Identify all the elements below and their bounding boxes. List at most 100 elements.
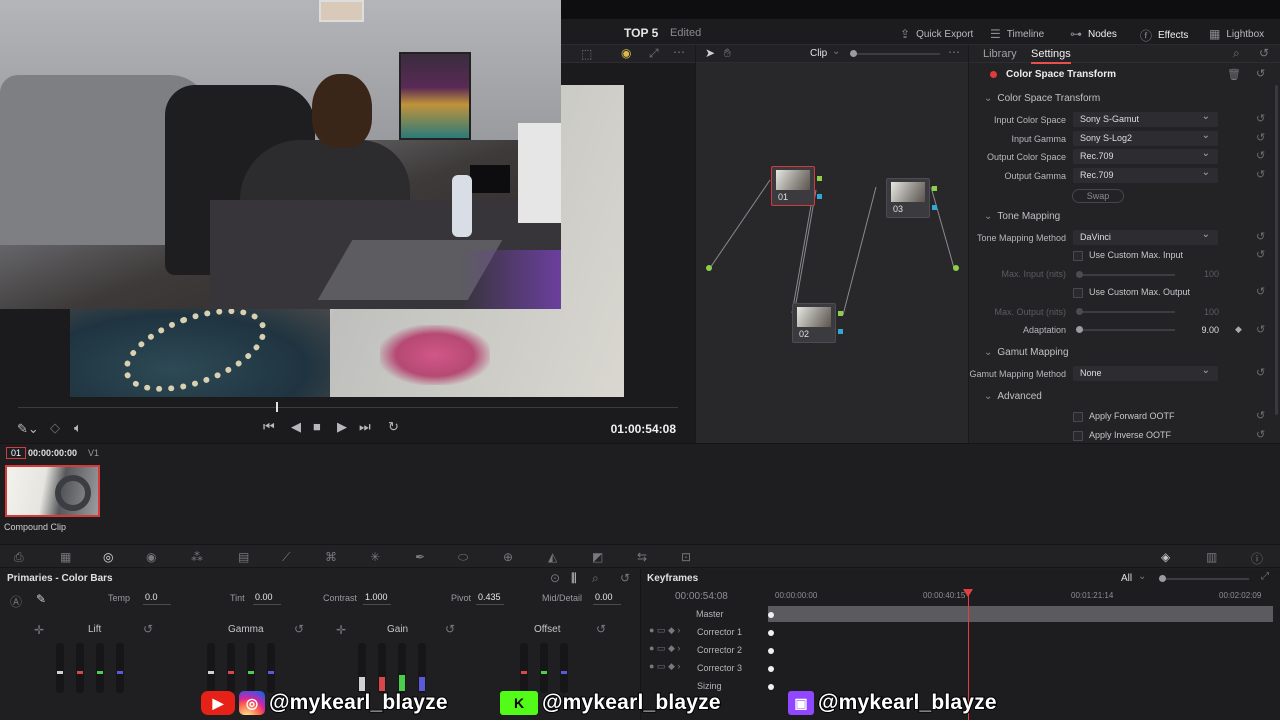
reset-input-color-space-icon[interactable]: ↺	[1256, 112, 1265, 125]
adaptation-slider[interactable]	[1076, 326, 1175, 333]
volume-icon[interactable]: 🔈︎	[74, 420, 82, 436]
node-02-output-rgb[interactable]	[838, 311, 843, 316]
play-reverse-button[interactable]: ◀	[291, 419, 301, 435]
keyframes-zoom-slider[interactable]	[1159, 575, 1249, 582]
adaptation-value[interactable]: 9.00	[1179, 325, 1219, 335]
reset-adaptation-icon[interactable]: ↺	[1256, 323, 1265, 336]
input-gamma-select[interactable]: Sony S-Log2	[1073, 130, 1218, 146]
reset-custom-max-output-icon[interactable]: ↺	[1256, 285, 1265, 298]
reset-all-icon[interactable]: ↺	[1259, 46, 1269, 60]
apply-inverse-ootf-checkbox[interactable]	[1073, 431, 1083, 441]
tint-value[interactable]: 0.00	[253, 592, 281, 605]
input-color-space-select[interactable]: Sony S-Gamut	[1073, 111, 1218, 127]
keyframe-dot[interactable]	[768, 648, 774, 654]
clip-thumbnail[interactable]	[5, 465, 100, 517]
node-03[interactable]: 03	[886, 178, 930, 218]
expand-icon[interactable]: ⤢	[649, 46, 659, 61]
lightbox-button[interactable]: ▦ Lightbox	[1209, 27, 1264, 41]
timeline-button[interactable]: ☰ Timeline	[990, 27, 1044, 41]
gain-master-bar[interactable]	[358, 643, 366, 693]
tone-mapping-method-select[interactable]: DaVinci	[1073, 229, 1218, 245]
reset-inverse-ootf-icon[interactable]: ↺	[1256, 428, 1265, 441]
go-to-end-button[interactable]: ⏭︎	[359, 419, 371, 435]
stop-button[interactable]: ■	[313, 419, 321, 434]
lift-red-bar[interactable]	[76, 643, 84, 693]
reset-custom-max-input-icon[interactable]: ↺	[1256, 248, 1265, 261]
node-02-output-key[interactable]	[838, 329, 843, 334]
max-output-value[interactable]: 100	[1179, 307, 1219, 317]
info-icon[interactable]: ⓘ	[1251, 550, 1263, 567]
lift-picker-icon[interactable]: ✛	[34, 623, 44, 637]
pointer-icon[interactable]: ➤	[705, 46, 715, 60]
motion-effects-icon[interactable]: ▤	[238, 550, 249, 564]
section-tone-mapping[interactable]: Tone Mapping	[984, 211, 1060, 222]
offset-red-bar[interactable]	[520, 643, 528, 693]
target-icon[interactable]: ⊙	[550, 571, 560, 585]
lift-master-bar[interactable]	[56, 643, 64, 693]
color-match-icon[interactable]: ▦	[60, 550, 71, 564]
reset-gamma-icon[interactable]: ↺	[294, 622, 304, 636]
apply-forward-ootf-checkbox[interactable]	[1073, 412, 1083, 422]
row-controls-icon[interactable]: ● ▭ ◆ ›	[649, 643, 680, 654]
max-input-value[interactable]: 100	[1179, 269, 1219, 279]
eyedropper-icon[interactable]: ✒	[415, 550, 425, 564]
output-gamma-select[interactable]: Rec.709	[1073, 167, 1218, 183]
gamma-bars[interactable]	[207, 643, 275, 693]
more-icon[interactable]: ⋯	[673, 45, 685, 59]
gamma-blue-bar[interactable]	[267, 643, 275, 693]
node-02[interactable]: 02	[792, 303, 836, 343]
keyframe-row-corrector-2[interactable]: ● ▭ ◆ › Corrector 2	[641, 642, 1280, 660]
tracker-icon[interactable]: ⊕	[503, 550, 513, 564]
nodes-button[interactable]: ⊶ Nodes	[1070, 27, 1117, 41]
gamma-green-bar[interactable]	[247, 643, 255, 693]
gain-bars[interactable]	[358, 643, 426, 693]
zoom-icon[interactable]: ⌕	[592, 571, 599, 586]
eyedropper-icon[interactable]: ✎⌄	[17, 421, 39, 437]
gamut-mapping-method-select[interactable]: None	[1073, 365, 1218, 381]
source-input-dot[interactable]	[706, 265, 712, 271]
keyframes-icon[interactable]: ◈	[1161, 550, 1170, 564]
reset-tone-mapping-icon[interactable]: ↺	[1256, 230, 1265, 243]
auto-balance-icon[interactable]: Ⓐ	[10, 593, 22, 610]
keyframe-dot[interactable]	[768, 630, 774, 636]
curves-icon[interactable]: ⟋	[282, 550, 290, 565]
lift-green-bar[interactable]	[96, 643, 104, 693]
reset-output-color-space-icon[interactable]: ↺	[1256, 149, 1265, 162]
tab-library[interactable]: Library	[983, 48, 1017, 60]
swap-button[interactable]: Swap	[1072, 189, 1124, 203]
quick-export-button[interactable]: ⇪ Quick Export	[900, 27, 973, 41]
keyframe-dot[interactable]	[768, 612, 774, 618]
reset-output-gamma-icon[interactable]: ↺	[1256, 168, 1265, 181]
mid-detail-value[interactable]: 0.00	[593, 592, 621, 605]
reset-effect-icon[interactable]: ↺	[1256, 67, 1265, 80]
offset-bars[interactable]	[520, 643, 568, 693]
node-03-output-rgb[interactable]	[932, 186, 937, 191]
reset-input-gamma-icon[interactable]: ↺	[1256, 131, 1265, 144]
output-color-space-select[interactable]: Rec.709	[1073, 148, 1218, 164]
crop-icon[interactable]: ⬚	[581, 47, 592, 61]
node-zoom-slider[interactable]	[850, 50, 940, 57]
layers-icon[interactable]: ◇	[50, 420, 60, 436]
viewer-playhead[interactable]	[276, 402, 278, 412]
bars-mode-icon[interactable]: ⫼	[571, 571, 577, 586]
node-editor[interactable]: ➤ ✋︎ Clip ⌄ ⋯ 01 03 02	[695, 45, 969, 443]
reset-primaries-icon[interactable]: ↺	[620, 571, 630, 585]
window-icon[interactable]: ⬭	[458, 550, 468, 565]
reset-gain-icon[interactable]: ↺	[445, 622, 455, 636]
row-controls-icon[interactable]: ● ▭ ◆ ›	[649, 661, 680, 672]
keyframe-dot[interactable]	[768, 684, 774, 690]
gain-red-bar[interactable]	[378, 643, 386, 693]
effects-button[interactable]: ⓕ Effects	[1140, 27, 1188, 44]
color-warper-icon[interactable]: ⌘	[325, 550, 337, 564]
camera-raw-icon[interactable]: ⎙	[14, 550, 24, 565]
keyframe-row-master[interactable]: Master	[641, 606, 1280, 624]
gamma-master-bar[interactable]	[207, 643, 215, 693]
section-color-space-transform[interactable]: Color Space Transform	[984, 93, 1100, 104]
offset-blue-bar[interactable]	[560, 643, 568, 693]
trash-icon[interactable]: 🗑︎	[1227, 68, 1241, 81]
viewer-scrub-bar[interactable]	[18, 407, 678, 408]
row-controls-icon[interactable]: ● ▭ ◆ ›	[649, 625, 680, 636]
loop-button[interactable]: ↻	[388, 419, 399, 435]
custom-max-output-checkbox[interactable]	[1073, 288, 1083, 298]
node-01-output-rgb[interactable]	[817, 176, 822, 181]
